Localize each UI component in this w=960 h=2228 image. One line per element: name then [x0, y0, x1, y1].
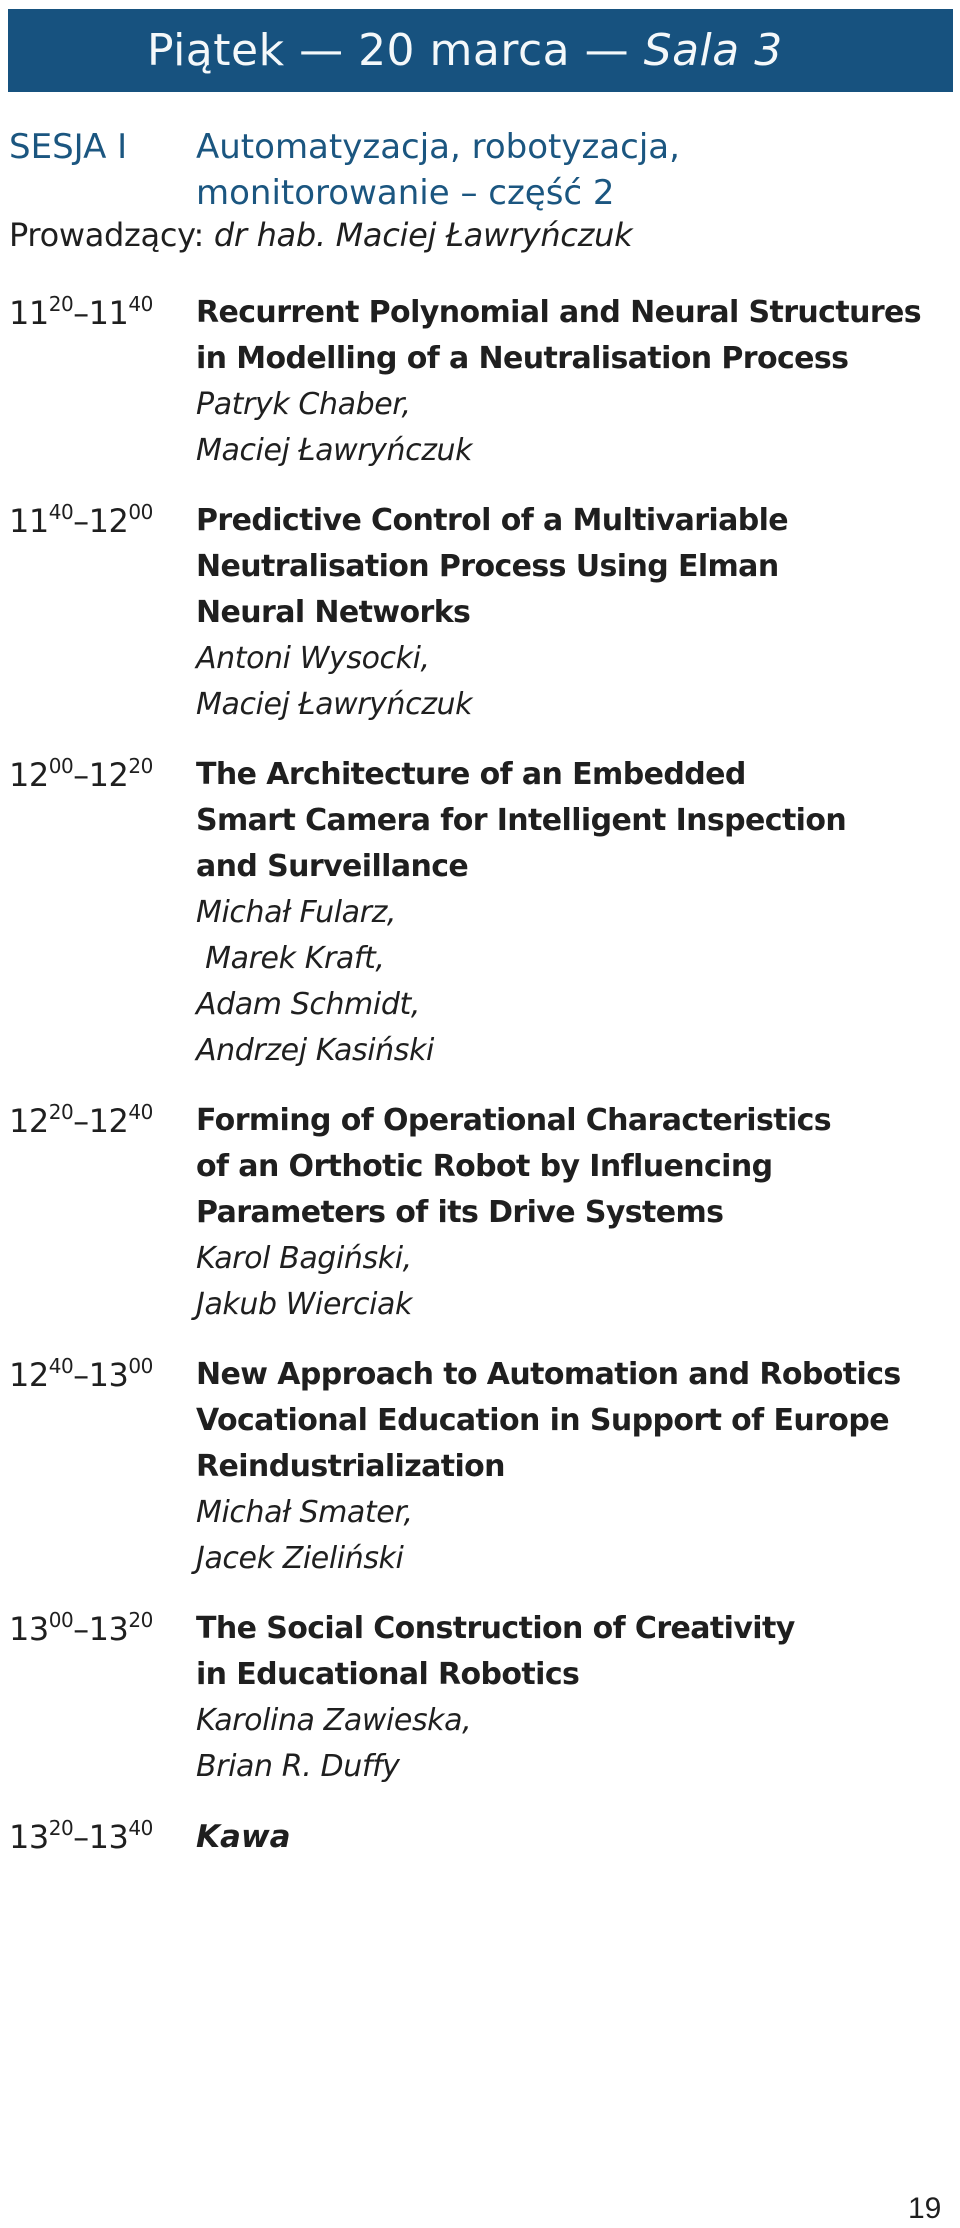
presentation-title-line: The Social Construction of Creativity	[196, 1611, 795, 1646]
time-slot: 1140–1200	[9, 498, 153, 548]
presentation-author: Maciej Ławryńczuk	[196, 433, 473, 468]
chair-name: dr hab. Maciej Ławryńczuk	[213, 216, 633, 254]
presentation-details: The Social Construction of Creativity in …	[196, 1606, 956, 1790]
time-end-minute: 00	[128, 500, 153, 524]
break-details: Kawa	[196, 1814, 956, 1860]
time-dash: –	[73, 502, 89, 540]
time-start-minute: 00	[48, 754, 74, 778]
header-room: Sala 3	[643, 25, 783, 76]
time-end-minute: 40	[128, 1100, 153, 1124]
time-dash: –	[73, 1818, 89, 1856]
presentation-title-line: New Approach to Automation and Robotics	[196, 1357, 901, 1392]
presentation-author: Patryk Chaber,	[196, 387, 411, 422]
time-start-minute: 20	[48, 292, 74, 316]
presentation-details: The Architecture of an Embedded Smart Cam…	[196, 752, 956, 1074]
presentation-title-line: in Educational Robotics	[196, 1657, 580, 1692]
presentation-author: Maciej Ławryńczuk	[196, 687, 473, 722]
time-start-minute: 20	[48, 1816, 74, 1840]
time-end-hour: 13	[88, 1356, 129, 1394]
time-slot: 1240–1300	[9, 1352, 153, 1402]
presentation-title-line: of an Orthotic Robot by Influencing	[196, 1149, 773, 1184]
time-end-hour: 11	[88, 294, 129, 332]
session-chair: Prowadzący: dr hab. Maciej Ławryńczuk	[9, 212, 633, 258]
time-end-hour: 12	[88, 1102, 129, 1140]
time-start-hour: 12	[9, 1102, 49, 1140]
break-title: Kawa	[196, 1819, 291, 1855]
time-dash: –	[73, 294, 89, 332]
time-start-hour: 11	[9, 502, 49, 540]
presentation-title-line: in Modelling of a Neutralisation Process	[196, 341, 849, 376]
presentation-title-line: Neutralisation Process Using Elman	[196, 549, 779, 584]
time-end-hour: 12	[88, 502, 129, 540]
time-end-hour: 12	[88, 756, 129, 794]
time-slot: 1220–1240	[9, 1098, 153, 1148]
time-start-hour: 13	[9, 1610, 49, 1648]
presentation-title-line: Forming of Operational Characteristics	[196, 1103, 832, 1138]
presentation-author: Karol Bagiński,	[196, 1241, 412, 1276]
day-header-title: Piątek — 20 marca — Sala 3	[147, 23, 783, 79]
time-slot: 1120–1140	[9, 290, 153, 340]
page-number: 19	[908, 2192, 942, 2225]
presentation-author: Michał Fularz,	[196, 895, 397, 930]
time-dash: –	[73, 1356, 89, 1394]
time-start-minute: 20	[48, 1100, 74, 1124]
presentation-author: Jakub Wierciak	[196, 1287, 412, 1322]
time-slot: 1300–1320	[9, 1606, 153, 1656]
session-title-line: monitorowanie – część 2	[196, 173, 615, 213]
time-start-hour: 12	[9, 756, 49, 794]
presentation-title-line: The Architecture of an Embedded	[196, 757, 746, 792]
header-separator: —	[584, 25, 630, 76]
time-start-hour: 13	[9, 1818, 49, 1856]
time-end-minute: 40	[128, 1816, 153, 1840]
presentation-author: Antoni Wysocki,	[196, 641, 430, 676]
presentation-title-line: Vocational Education in Support of Europ…	[196, 1403, 890, 1438]
presentation-author: Adam Schmidt,	[196, 987, 420, 1022]
time-end-minute: 20	[128, 1608, 153, 1632]
presentation-details: Recurrent Polynomial and Neural Structur…	[196, 290, 956, 474]
session-title-line: Automatyzacja, robotyzacja,	[196, 127, 680, 167]
time-start-minute: 00	[48, 1608, 74, 1632]
time-slot: 1200–1220	[9, 752, 153, 802]
presentation-author: Jacek Zieliński	[196, 1541, 404, 1576]
time-end-minute: 40	[128, 292, 153, 316]
presentation-author: Michał Smater,	[196, 1495, 413, 1530]
time-end-minute: 20	[128, 754, 153, 778]
time-dash: –	[73, 756, 89, 794]
chair-label: Prowadzący:	[9, 216, 204, 254]
presentation-author: Brian R. Duffy	[196, 1749, 400, 1784]
session-title: Automatyzacja, robotyzacja, monitorowani…	[196, 124, 680, 216]
presentation-title-line: Recurrent Polynomial and Neural Structur…	[196, 295, 922, 330]
presentation-author: Andrzej Kasiński	[196, 1033, 434, 1068]
time-start-minute: 40	[48, 500, 74, 524]
time-dash: –	[73, 1610, 89, 1648]
time-end-minute: 00	[128, 1354, 153, 1378]
presentation-details: Forming of Operational Characteristics of…	[196, 1098, 956, 1328]
presentation-title-line: Neural Networks	[196, 595, 471, 630]
presentation-title-line: Predictive Control of a Multivariable	[196, 503, 789, 538]
header-separator: —	[299, 25, 344, 76]
time-dash: –	[73, 1102, 89, 1140]
presentation-title-line: Parameters of its Drive Systems	[196, 1195, 724, 1230]
presentation-title-line: and Surveillance	[196, 849, 469, 884]
presentation-author: Karolina Zawieska,	[196, 1703, 472, 1738]
presentation-title-line: Smart Camera for Intelligent Inspection	[196, 803, 847, 838]
presentation-details: Predictive Control of a Multivariable Neu…	[196, 498, 956, 728]
presentation-title-line: Reindustrialization	[196, 1449, 506, 1484]
time-slot: 1320–1340	[9, 1814, 153, 1864]
time-start-minute: 40	[48, 1354, 74, 1378]
presentation-details: New Approach to Automation and Robotics V…	[196, 1352, 956, 1582]
header-day: Piątek	[147, 25, 285, 76]
session-label: SESJA I	[9, 127, 128, 167]
time-start-hour: 11	[9, 294, 49, 332]
presentation-author: Marek Kraft,	[196, 941, 385, 976]
header-date: 20 marca	[358, 25, 571, 76]
time-start-hour: 12	[9, 1356, 49, 1394]
day-header-bar: Piątek — 20 marca — Sala 3	[8, 9, 953, 92]
time-end-hour: 13	[88, 1818, 129, 1856]
time-end-hour: 13	[88, 1610, 129, 1648]
